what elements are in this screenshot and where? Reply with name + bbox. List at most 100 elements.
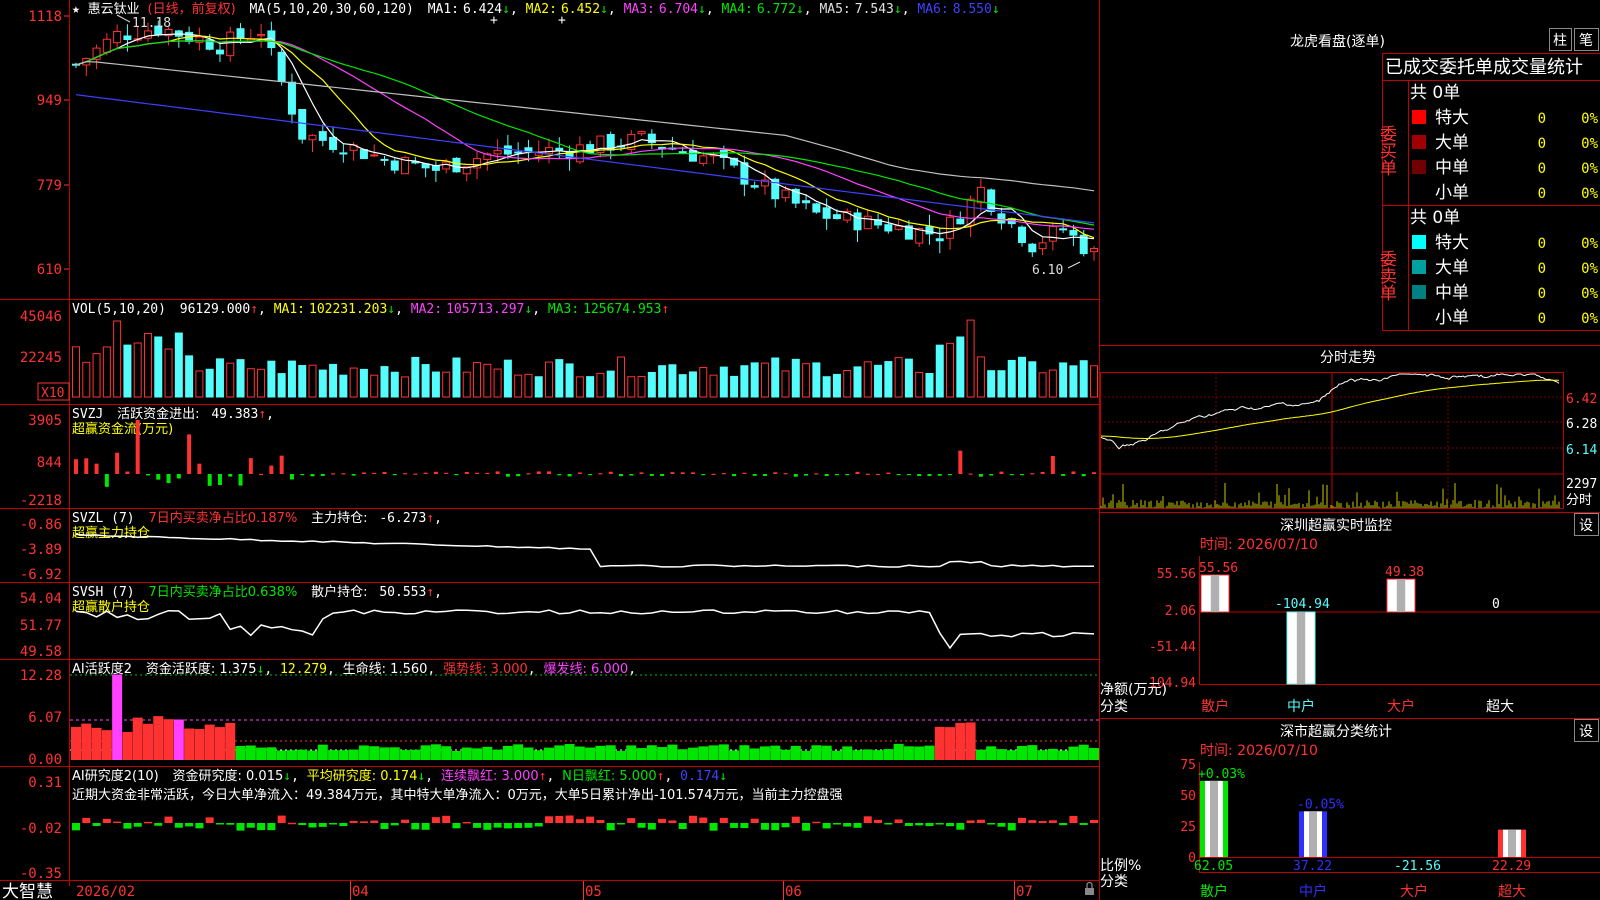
ai-research-bar <box>164 816 173 823</box>
volume-bar <box>750 362 759 398</box>
volume-bar <box>493 368 502 398</box>
ai-research-bar <box>514 823 523 828</box>
volume-bar <box>267 360 276 398</box>
lock-icon[interactable] <box>1085 881 1094 896</box>
period-label: (日线，前复权) <box>148 1 236 17</box>
candle-body <box>1090 247 1098 253</box>
ai-active-bar <box>873 750 884 760</box>
ai-research-bar <box>935 823 944 825</box>
sz-class-category: 散户 <box>1200 883 1228 900</box>
legend-swatch <box>1412 135 1426 149</box>
ai-active-bar <box>1068 746 1079 760</box>
sz-monitor-settings-button[interactable]: 设 <box>1574 513 1599 536</box>
svzj-bar <box>567 474 572 477</box>
volume-bar <box>133 342 142 398</box>
bar-mode-button[interactable]: 柱 <box>1549 28 1572 51</box>
ai-research-bar <box>102 818 111 823</box>
buy-total: 共 0单 <box>1410 83 1460 103</box>
ai-active-bar <box>225 722 236 760</box>
svzj-bar <box>639 472 644 474</box>
ai-research-bar <box>627 818 636 823</box>
price-tick: 610 <box>37 262 62 278</box>
buy-order-label: 委买单 <box>1376 125 1397 176</box>
volume-bar <box>575 376 584 398</box>
svzj-bar <box>1030 473 1035 475</box>
row-pct: 0% <box>1581 111 1598 127</box>
star-icon[interactable]: ★ <box>72 2 80 17</box>
ai-active-bar <box>472 748 483 760</box>
ai-active-bar <box>328 750 339 760</box>
ai-active-bar <box>502 745 513 760</box>
candle-body <box>359 149 368 160</box>
volume-bar <box>442 371 451 398</box>
svg-text:3905: 3905 <box>28 413 62 429</box>
ai-research-bar <box>915 823 924 826</box>
svzj-bar <box>721 473 726 475</box>
sz-class-settings-button[interactable]: 设 <box>1574 719 1599 742</box>
ai-active-bar <box>626 745 637 760</box>
row-name: 中单 <box>1435 158 1469 178</box>
volume-bar <box>113 320 122 398</box>
svzj-bar <box>989 474 994 476</box>
ai-research-axis: 0.31 -0.02 -0.35 <box>20 775 62 882</box>
volume-bar <box>277 373 286 398</box>
legend-swatch <box>1412 260 1426 274</box>
svzj-bar <box>1009 474 1014 476</box>
candlestick-series <box>72 20 1098 261</box>
ai-active-bar <box>801 750 812 760</box>
ai-research-bar <box>133 823 142 827</box>
sz-monitor-y-axis: 55.56 2.06 -51.44 -104.94 <box>1141 567 1196 691</box>
ma-header: MA(5,10,20,30,60,120) <box>249 2 413 17</box>
volume-bar <box>606 370 615 398</box>
ai-research-bar <box>1069 815 1078 823</box>
candle-body <box>236 28 245 40</box>
svzj-bar <box>855 471 860 474</box>
svzj-bar <box>423 472 428 474</box>
volume-bar <box>401 376 410 398</box>
svzj-bar <box>608 471 613 474</box>
ai-research-bar <box>925 823 934 827</box>
ai-active-bar <box>770 745 781 760</box>
date-tick: 04 <box>352 884 369 900</box>
volume-bar <box>339 374 348 398</box>
candle-body <box>514 151 523 154</box>
ai-active-bar <box>1047 748 1058 760</box>
volume-bar <box>812 362 821 398</box>
volume-bar <box>894 357 903 398</box>
volume-bar <box>647 371 656 398</box>
candle-body <box>123 35 132 41</box>
svzj-bar <box>115 452 120 474</box>
ai-active-bar <box>646 745 657 760</box>
svzj-bar <box>588 474 593 476</box>
svg-text:设: 设 <box>1579 518 1593 534</box>
intraday-axis: 6.42 6.28 6.14 2297 分时 <box>1566 392 1597 508</box>
volume-bar <box>390 371 399 398</box>
ai-active-bar <box>811 745 822 760</box>
ai-research-bar <box>709 823 718 831</box>
ai-research-bar <box>370 820 379 823</box>
ai-research-bar <box>1007 823 1016 831</box>
svzj-bar <box>413 473 418 475</box>
ai-research-bar <box>688 815 697 823</box>
candle-body <box>1038 242 1047 250</box>
svsh-line <box>75 609 1095 650</box>
ai-active-bar <box>142 723 153 760</box>
svg-text:2297: 2297 <box>1566 477 1597 492</box>
ai-active-bar <box>667 744 678 760</box>
svzj-bar <box>896 474 901 476</box>
ai-research-bar <box>185 823 194 827</box>
ai-active-bar <box>554 745 565 760</box>
ai-research-bar <box>904 823 913 826</box>
legend-swatch <box>1412 235 1426 249</box>
ai-active-bar <box>369 746 380 760</box>
candle-body <box>935 238 944 242</box>
svzl-header: SVZL (7) 7日内买卖净占比0.187% 主力持仓: -6.273↑, <box>72 510 442 526</box>
volume-bar <box>534 376 543 398</box>
app-name: 大智慧 <box>2 882 53 900</box>
ai-active-bar <box>184 728 195 760</box>
svg-text:-2218: -2218 <box>20 493 62 509</box>
intraday-volume-bars <box>1100 482 1560 508</box>
tick-mode-button[interactable]: 笔 <box>1574 28 1599 51</box>
ai-active-bar <box>759 746 770 760</box>
ai-active-bar <box>852 750 863 760</box>
